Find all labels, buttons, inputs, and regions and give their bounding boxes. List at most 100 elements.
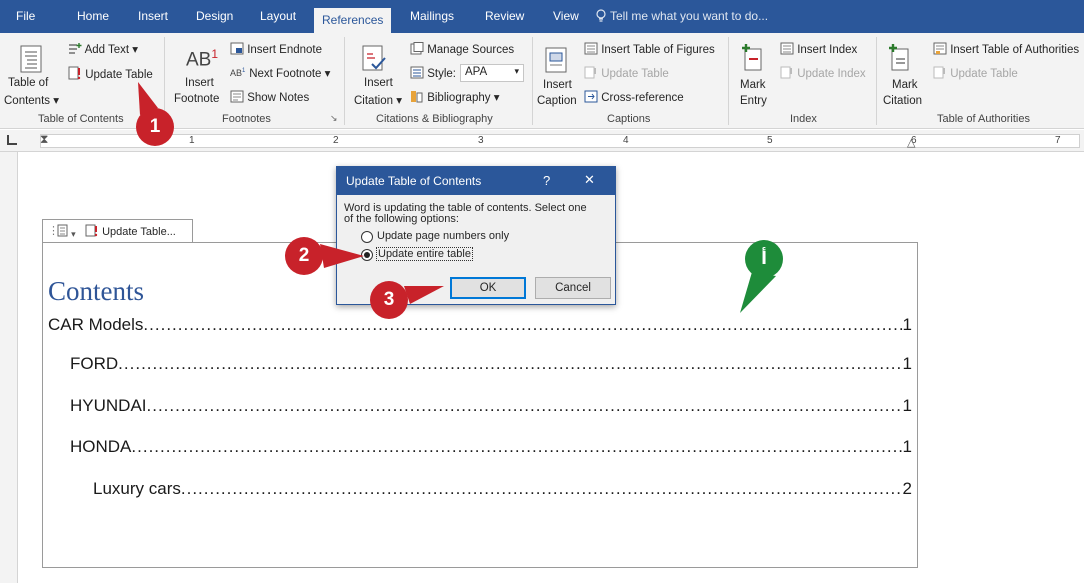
insert-table-of-authorities-button[interactable]: Insert Table of Authorities — [933, 42, 1079, 56]
add-text-button[interactable]: Add Text ▾ — [68, 42, 138, 56]
manage-sources-button[interactable]: Manage Sources — [410, 42, 514, 56]
vertical-ruler[interactable] — [0, 152, 18, 583]
add-text-icon — [69, 43, 82, 54]
toc-entry-text: FORD — [70, 354, 119, 373]
radio-page-numbers[interactable] — [361, 231, 373, 243]
insert-endnote-button[interactable]: Insert Endnote — [230, 42, 322, 56]
update-table-icon — [85, 224, 98, 237]
option-entire-table-label[interactable]: Update entire table — [376, 247, 473, 261]
toc-entry-page: 1 — [902, 396, 912, 415]
toc-entry[interactable]: FORD....................................… — [70, 354, 912, 374]
show-notes-icon — [230, 90, 244, 103]
tab-file[interactable]: File — [16, 0, 35, 33]
insert-caption-icon — [545, 47, 567, 73]
tab-design[interactable]: Design — [196, 0, 233, 33]
style-label: Style: — [410, 66, 456, 80]
svg-text:1: 1 — [242, 68, 246, 74]
toc-update-table-button[interactable]: Update Table... — [85, 224, 176, 238]
toc-label-1[interactable]: Table of — [8, 77, 48, 89]
toc-entry[interactable]: HYUNDAI.................................… — [70, 396, 912, 416]
right-indent-marker-icon[interactable]: △ — [907, 136, 915, 149]
dialog-message-line-2: of the following options: — [344, 213, 459, 225]
group-separator — [532, 37, 533, 125]
tell-me-search[interactable]: Tell me what you want to do... — [596, 0, 768, 33]
next-footnote-button[interactable]: AB 1 Next Footnote ▾ — [230, 66, 330, 80]
cancel-button[interactable]: Cancel — [535, 277, 611, 299]
table-of-contents-icon — [57, 224, 68, 237]
insert-citation-label-2[interactable]: Citation ▾ — [354, 93, 402, 107]
ok-button[interactable]: OK — [450, 277, 526, 299]
update-index-button[interactable]: Update Index — [780, 66, 866, 80]
update-table-authorities-button[interactable]: Update Table — [933, 66, 1018, 80]
toc-entry-text: HYUNDAI — [70, 396, 147, 415]
insert-table-of-figures-button[interactable]: Insert Table of Figures — [584, 42, 715, 56]
insert-endnote-icon — [230, 42, 244, 55]
tab-references[interactable]: References — [314, 8, 392, 33]
bibliography-button[interactable]: Bibliography ▾ — [410, 90, 499, 104]
tab-insert[interactable]: Insert — [138, 0, 168, 33]
bibliography-icon — [411, 91, 423, 103]
mark-entry-label-2[interactable]: Entry — [740, 95, 767, 107]
dialog-launcher-icon[interactable]: ↘ — [330, 113, 338, 124]
manage-sources-icon — [410, 42, 424, 55]
ruler-number: 7 — [1055, 135, 1061, 146]
help-button[interactable]: ? — [543, 173, 550, 188]
insert-index-button[interactable]: Insert Index — [780, 42, 857, 56]
insert-footnote-label-2[interactable]: Footnote — [174, 93, 219, 105]
insert-citation-icon — [362, 45, 386, 71]
insert-footnote-label-1[interactable]: Insert — [185, 77, 214, 89]
update-table-button[interactable]: Update Table — [68, 66, 153, 81]
tab-view[interactable]: View — [553, 0, 579, 33]
table-of-figures-icon — [584, 42, 598, 55]
mark-citation-icon — [889, 44, 909, 71]
mark-citation-label-2[interactable]: Citation — [883, 95, 922, 107]
close-icon[interactable]: ✕ — [584, 172, 595, 188]
toc-label-2[interactable]: Contents ▾ — [4, 93, 59, 107]
toc-entry[interactable]: HONDA ..................................… — [70, 437, 912, 457]
show-notes-button[interactable]: Show Notes — [230, 90, 309, 104]
callout-arabic-marker: أ — [745, 240, 783, 278]
ruler-number: 3 — [478, 135, 484, 146]
dialog-title-bar[interactable]: Update Table of Contents ? ✕ — [337, 167, 615, 195]
ruler-number: 2 — [333, 135, 339, 146]
option-page-numbers-label[interactable]: Update page numbers only — [377, 230, 509, 242]
toc-menu-button[interactable]: ▾ — [57, 224, 76, 240]
chevron-down-icon: ▾ — [71, 229, 76, 239]
toc-entry-page: 2 — [902, 479, 912, 498]
toc-content-control-tab[interactable]: ⋮ ▾ Update Table... — [42, 219, 193, 242]
toc-entry[interactable]: CAR Models .............................… — [48, 315, 912, 335]
table-of-authorities-icon — [933, 42, 947, 55]
update-table-icon — [933, 66, 945, 79]
insert-citation-label-1[interactable]: Insert — [364, 77, 393, 89]
toc-leader: ........................................… — [118, 354, 903, 373]
insert-caption-label-1[interactable]: Insert — [543, 79, 572, 91]
update-table-icon — [584, 66, 596, 79]
mark-entry-icon — [742, 44, 762, 71]
tab-layout[interactable]: Layout — [260, 0, 296, 33]
callout-step-3: 3 — [370, 281, 408, 319]
cross-reference-button[interactable]: Cross-reference — [584, 90, 684, 104]
tab-home[interactable]: Home — [77, 0, 109, 33]
ruler-track[interactable]: 1 2 3 4 5 6 7 — [40, 134, 1080, 148]
mark-entry-label-1[interactable]: Mark — [740, 79, 766, 91]
tab-review[interactable]: Review — [485, 0, 524, 33]
callout-step-2: 2 — [285, 237, 323, 275]
svg-text:AB: AB — [230, 68, 242, 78]
tab-mailings[interactable]: Mailings — [410, 0, 454, 33]
callout-step-1: 1 — [136, 108, 174, 146]
insert-footnote-icon[interactable]: AB1 — [186, 47, 218, 71]
style-select[interactable]: APA ▾ — [460, 64, 524, 82]
group-separator — [876, 37, 877, 125]
radio-entire-table[interactable] — [361, 249, 373, 261]
insert-caption-label-2[interactable]: Caption — [537, 95, 577, 107]
left-indent-marker-icon[interactable]: ⧗ — [40, 132, 48, 147]
update-table-figures-button[interactable]: Update Table — [584, 66, 669, 80]
lightbulb-icon — [596, 9, 606, 22]
table-of-contents-icon — [20, 45, 42, 73]
toc-entry[interactable]: Luxury cars.............................… — [93, 479, 912, 499]
ruler-number: 1 — [189, 135, 195, 146]
mark-citation-label-1[interactable]: Mark — [892, 79, 918, 91]
tab-stop-selector-icon[interactable] — [7, 135, 17, 145]
update-table-icon — [68, 66, 81, 80]
group-label-index: Index — [790, 113, 817, 125]
